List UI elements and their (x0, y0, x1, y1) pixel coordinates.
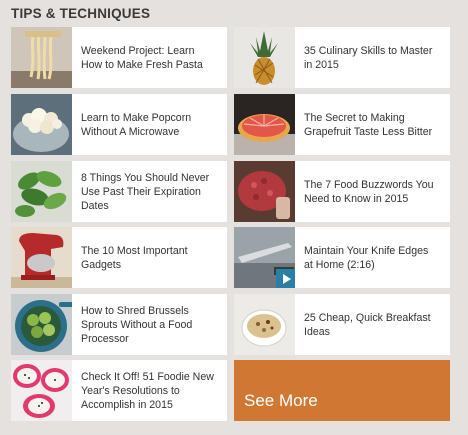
play-video-icon[interactable] (276, 269, 295, 288)
grapefruit-thumbnail (234, 94, 295, 155)
article-card-brussels-sprouts[interactable]: How to Shred Brussels Sprouts Without a … (11, 294, 227, 355)
section-title: TIPS & TECHNIQUES (11, 6, 151, 21)
article-title: The Secret to Making Grapefruit Taste Le… (304, 111, 433, 138)
article-title: 35 Culinary Skills to Master in 2015 (304, 44, 433, 71)
pasta-thumbnail (11, 27, 72, 88)
stand-mixer-thumbnail (11, 227, 72, 288)
article-card-knife[interactable]: Maintain Your Knife Edges at Home (2:16) (234, 227, 450, 288)
article-title: Maintain Your Knife Edges at Home (2:16) (304, 244, 429, 271)
see-more-button[interactable]: See More (234, 360, 450, 421)
article-title: The 10 Most Important Gadgets (81, 244, 188, 271)
article-card-pasta[interactable]: Weekend Project: Learn How to Make Fresh… (11, 27, 227, 88)
knife-thumbnail (234, 227, 295, 288)
article-card-stand-mixer[interactable]: The 10 Most Important Gadgets (11, 227, 227, 288)
article-title: Check It Off! 51 Foodie New Year's Resol… (81, 370, 214, 411)
popcorn-thumbnail (11, 94, 72, 155)
greens-thumbnail (11, 161, 72, 222)
article-title: 25 Cheap, Quick Breakfast Ideas (304, 311, 431, 338)
oatmeal-thumbnail (234, 294, 295, 355)
dragonfruit-thumbnail (11, 360, 72, 421)
article-card-pineapple[interactable]: 35 Culinary Skills to Master in 2015 (234, 27, 450, 88)
article-title: Weekend Project: Learn How to Make Fresh… (81, 44, 203, 71)
article-card-grapefruit[interactable]: The Secret to Making Grapefruit Taste Le… (234, 94, 450, 155)
article-title: The 7 Food Buzzwords You Need to Know in… (304, 178, 434, 205)
article-card-dragonfruit[interactable]: Check It Off! 51 Foodie New Year's Resol… (11, 360, 227, 421)
article-title: 8 Things You Should Never Use Past Their… (81, 171, 210, 212)
article-title: How to Shred Brussels Sprouts Without a … (81, 304, 193, 345)
brussels-sprouts-thumbnail (11, 294, 72, 355)
article-card-popcorn[interactable]: Learn to Make Popcorn Without A Microwav… (11, 94, 227, 155)
article-card-greens[interactable]: 8 Things You Should Never Use Past Their… (11, 161, 227, 222)
see-more-label: See More (244, 391, 318, 410)
article-title: Learn to Make Popcorn Without A Microwav… (81, 111, 192, 138)
ground-meat-thumbnail (234, 161, 295, 222)
pineapple-thumbnail (234, 27, 295, 88)
article-card-ground-meat[interactable]: The 7 Food Buzzwords You Need to Know in… (234, 161, 450, 222)
article-card-oatmeal[interactable]: 25 Cheap, Quick Breakfast Ideas (234, 294, 450, 355)
